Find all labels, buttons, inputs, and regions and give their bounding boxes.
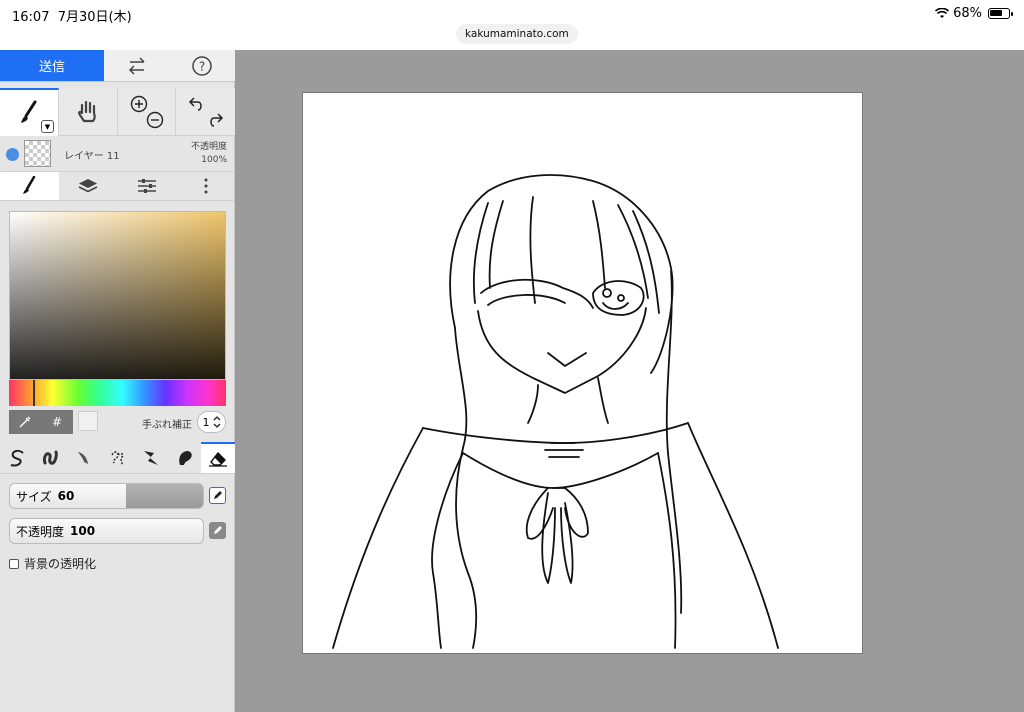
sketch-drawing (332, 174, 779, 649)
opacity-value: 100 (70, 524, 96, 538)
top-row: 送信 ? (0, 50, 235, 82)
swap-arrows-icon (128, 56, 145, 75)
svg-text:?: ? (199, 59, 205, 73)
help-icon: ? (192, 55, 212, 76)
brush-icon (23, 176, 36, 194)
layer-row[interactable]: レイヤー 11 不透明度 100% (0, 138, 235, 170)
layer-name: レイヤー 11 (64, 151, 120, 162)
size-slider[interactable]: サイズ 60 (9, 483, 204, 509)
hex-input-button[interactable]: # (41, 410, 73, 434)
help-button[interactable]: ? (169, 50, 235, 81)
eraser-icon (209, 451, 228, 467)
eyedropper-icon (19, 416, 31, 428)
send-button[interactable]: 送信 (0, 50, 104, 81)
canvas-area[interactable] (235, 50, 1024, 712)
eyedropper-button[interactable] (9, 410, 41, 434)
tool-row: ▼ (0, 88, 235, 136)
hue-slider[interactable] (9, 380, 226, 406)
airbrush-icon (77, 451, 88, 464)
tab-layers[interactable] (59, 172, 118, 200)
brush-icon (21, 100, 37, 123)
status-time: 16:07 7月30日(木) (12, 10, 132, 25)
layer-opacity: 不透明度 100% (191, 141, 227, 167)
blur-icon (110, 450, 124, 465)
brush-smudge[interactable] (134, 442, 168, 473)
tool-panel: 送信 ? ▼ レイヤー 11 不透明度 100% # 手ぶれ補正 1 サイズ 6… (0, 50, 236, 712)
tab-adjust[interactable] (118, 172, 177, 200)
current-color-swatch[interactable] (78, 411, 98, 431)
stabilizer-stepper[interactable]: 1 (197, 411, 226, 433)
url-bar[interactable]: kakumaminato.com (456, 24, 578, 44)
battery-percent: 68% (953, 6, 982, 21)
brush-tool[interactable]: ▼ (0, 88, 59, 136)
watercolor-icon (43, 450, 59, 465)
battery-icon (988, 8, 1013, 19)
up-down-icon (213, 416, 220, 428)
checkbox[interactable] (9, 558, 19, 569)
brush-watercolor[interactable] (34, 442, 68, 473)
size-value: 60 (57, 489, 75, 503)
more-vertical-icon (204, 178, 208, 194)
smudge-icon (144, 450, 159, 465)
brush-blur[interactable] (101, 442, 135, 473)
brush-airbrush[interactable] (67, 442, 101, 473)
pen-pressure-icon (214, 491, 222, 499)
undo-redo[interactable] (176, 88, 235, 136)
hand-icon (78, 100, 96, 123)
size-slider-fill (125, 484, 203, 508)
layer-opacity-label: 不透明度 (190, 142, 227, 152)
brush-type-row (0, 442, 236, 474)
chevron-down-icon[interactable]: ▼ (41, 120, 54, 133)
size-label: サイズ (16, 489, 52, 504)
stabilizer-value: 1 (202, 415, 210, 429)
fill-icon (178, 450, 192, 465)
stabilizer-label: 手ぶれ補正 (142, 420, 192, 431)
status-date: 7月30日(木) (57, 10, 132, 25)
bg-transparent-toggle[interactable]: 背景の透明化 (9, 555, 96, 572)
opacity-pressure-button[interactable] (209, 522, 226, 539)
color-picker-area[interactable] (9, 211, 226, 380)
layer-visible-check[interactable] (6, 148, 19, 161)
drawing-canvas[interactable] (302, 92, 863, 654)
layer-thumbnail (24, 140, 51, 167)
tab-more[interactable] (176, 172, 235, 200)
pen-stroke-icon (10, 449, 24, 466)
sliders-icon (137, 179, 156, 193)
opacity-label: 不透明度 (16, 524, 65, 539)
zoom-in-out-icon (130, 95, 163, 129)
bg-transparent-label: 背景の透明化 (24, 557, 97, 571)
layers-icon (78, 179, 98, 193)
opacity-slider[interactable]: 不透明度 100 (9, 518, 204, 544)
brush-pen[interactable] (0, 442, 34, 473)
pen-pressure-icon (214, 526, 222, 534)
url-text: kakumaminato.com (465, 28, 569, 40)
tab-brush[interactable] (0, 172, 59, 200)
brush-eraser[interactable] (201, 442, 236, 473)
picker-tools: # (9, 410, 73, 434)
wifi-icon (935, 8, 950, 18)
panel-tabs (0, 171, 235, 201)
brush-fill[interactable] (168, 442, 202, 473)
status-bar: 16:07 7月30日(木) 68% kakumaminato.com (0, 0, 1024, 50)
layer-opacity-value: 100% (201, 155, 227, 165)
hand-tool[interactable] (59, 88, 118, 136)
status-right: 68% (935, 6, 1013, 21)
hue-slider-handle[interactable] (33, 380, 35, 406)
zoom-controls[interactable] (118, 88, 176, 136)
size-pressure-button[interactable] (209, 487, 226, 504)
swap-button[interactable] (104, 50, 170, 81)
undo-redo-icon (188, 97, 223, 127)
